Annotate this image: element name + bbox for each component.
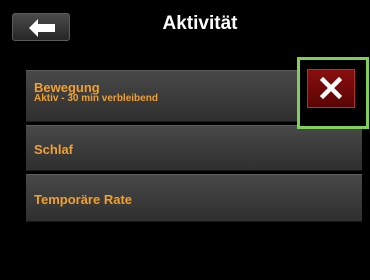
close-icon xyxy=(320,77,342,99)
list-item-temporaere-rate[interactable]: Temporäre Rate xyxy=(26,174,362,222)
item-title: Temporäre Rate xyxy=(34,192,133,207)
back-button[interactable] xyxy=(12,13,70,41)
list-item-schlaf[interactable]: Schlaf xyxy=(26,125,362,171)
header: Aktivität xyxy=(0,0,370,50)
item-subtitle: Aktiv - 30 min verbleibend xyxy=(34,93,158,104)
page-title: Aktivität xyxy=(162,13,238,34)
arrow-left-icon xyxy=(29,19,55,37)
close-button[interactable] xyxy=(307,69,355,108)
activity-screen: Aktivität Bewegung Aktiv - 30 min verble… xyxy=(0,0,370,280)
item-title: Schlaf xyxy=(34,142,74,157)
selection-highlight xyxy=(297,57,369,129)
